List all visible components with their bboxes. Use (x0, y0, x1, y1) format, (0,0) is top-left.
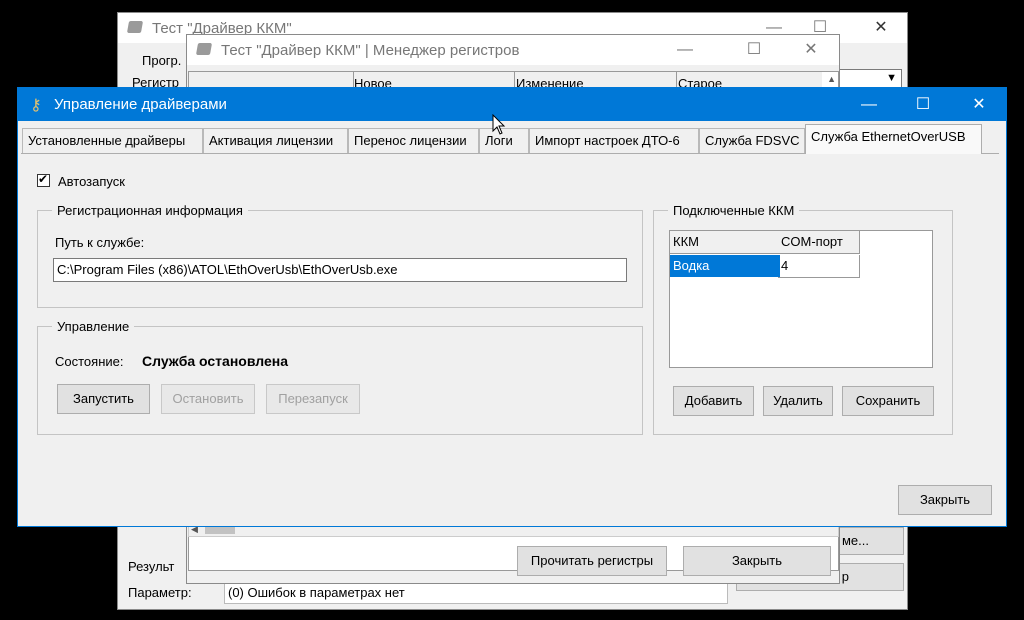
start-service-button[interactable]: Запустить (57, 384, 150, 414)
main-window-title: Управление драйверами (54, 96, 227, 113)
registers-window-titlebar[interactable]: Тест "Драйвер ККМ" | Менеджер регистров … (187, 35, 839, 65)
back-results-label: Результ (128, 559, 175, 574)
kkm-cell[interactable]: Водка (670, 255, 780, 277)
connected-kkm-title: Подключенные ККМ (668, 203, 800, 218)
kkm-col-header[interactable]: ККМ (670, 231, 781, 254)
maximize-button[interactable]: ☐ (731, 35, 777, 65)
chevron-down-icon: ▼ (886, 72, 897, 84)
back-partial-button-a-label: ме... (841, 533, 869, 548)
tab-installed-drivers[interactable]: Установленные драйверы (22, 128, 203, 153)
app-icon (126, 21, 144, 33)
back-tab-partial[interactable]: Прогр. (142, 53, 181, 68)
read-registers-button[interactable]: Прочитать регистры (517, 546, 667, 576)
app-icon (195, 43, 213, 55)
tab-ethernet-over-usb[interactable]: Служба EthernetOverUSB (805, 124, 982, 154)
kkm-table[interactable]: ККМ COM-порт Водка 4 (669, 230, 933, 368)
control-group-title: Управление (52, 319, 135, 334)
scroll-up-icon[interactable]: ▲ (827, 74, 836, 84)
control-group: Управление (37, 319, 643, 435)
stop-service-button[interactable]: Остановить (161, 384, 255, 414)
back-partial-button-b-label: р (841, 569, 849, 584)
state-value: Служба остановлена (142, 353, 288, 369)
back-param-value: (0) Ошибок в параметрах нет (224, 582, 728, 604)
com-port-col-header[interactable]: COM-порт (778, 231, 860, 254)
tab-license-transfer[interactable]: Перенос лицензии (348, 128, 479, 153)
registration-info-title: Регистрационная информация (52, 203, 248, 218)
autostart-label[interactable]: Автозапуск (58, 174, 125, 189)
delete-kkm-button[interactable]: Удалить (763, 386, 833, 416)
tab-fdsvc[interactable]: Служба FDSVC (699, 128, 805, 153)
scrollbar-thumb[interactable] (205, 526, 235, 534)
tab-license-activation[interactable]: Активация лицензии (203, 128, 348, 153)
save-kkm-button[interactable]: Сохранить (842, 386, 934, 416)
close-window-button[interactable]: ✕ (788, 35, 834, 65)
service-path-label: Путь к службе: (55, 235, 145, 250)
minimize-button[interactable]: — (662, 35, 708, 65)
checkmark-icon: ✔ (38, 172, 49, 186)
close-window-button[interactable]: ✕ (956, 88, 1002, 121)
key-icon: ⚷ (30, 97, 42, 114)
back-param-label: Параметр: (128, 585, 192, 600)
registers-close-button[interactable]: Закрыть (683, 546, 831, 576)
autostart-checkbox[interactable]: ✔ (37, 172, 50, 187)
close-window-button[interactable]: ✕ (858, 13, 904, 43)
restart-service-button[interactable]: Перезапуск (266, 384, 360, 414)
add-kkm-button[interactable]: Добавить (673, 386, 754, 416)
com-port-cell[interactable]: 4 (778, 255, 860, 278)
main-close-button[interactable]: Закрыть (898, 485, 992, 515)
mouse-cursor-icon (492, 114, 506, 135)
main-window-titlebar[interactable]: ⚷ Управление драйверами — ☐ ✕ (18, 88, 1006, 121)
maximize-button[interactable]: ☐ (900, 88, 946, 121)
tab-import-dto6[interactable]: Импорт настроек ДТО-6 (529, 128, 699, 153)
minimize-button[interactable]: — (846, 88, 892, 121)
registers-window-title: Тест "Драйвер ККМ" | Менеджер регистров (221, 42, 520, 59)
service-path-field[interactable]: C:\Program Files (x86)\ATOL\EthOverUsb\E… (53, 258, 627, 282)
state-label: Состояние: (55, 354, 124, 369)
